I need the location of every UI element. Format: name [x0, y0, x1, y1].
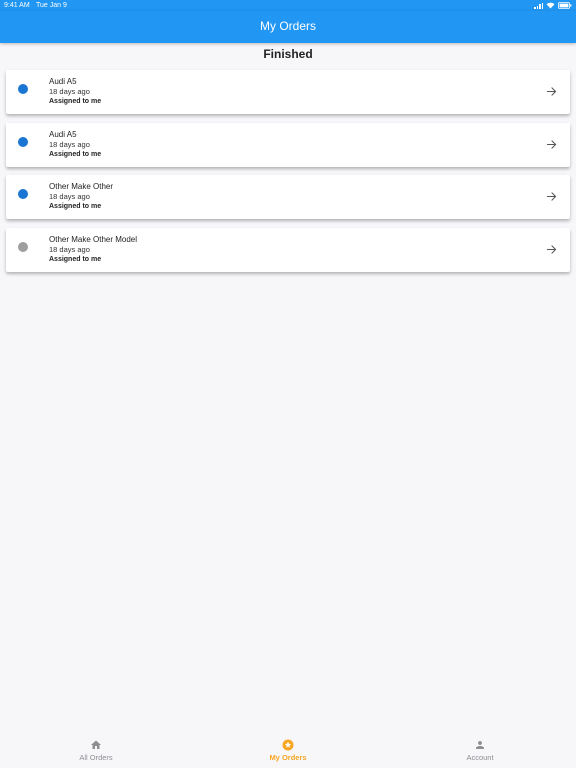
section-title: Finished	[263, 47, 313, 61]
arrow-right-icon[interactable]	[546, 139, 557, 150]
nav-item-all-orders[interactable]: All Orders	[0, 734, 192, 768]
order-time: 18 days ago	[49, 139, 90, 149]
arrow-right-icon[interactable]	[546, 191, 557, 202]
order-title: Other Make Other Model	[49, 234, 138, 244]
star-icon	[282, 739, 294, 751]
wifi-icon	[546, 2, 555, 9]
signal-icon	[534, 2, 543, 9]
arrow-right-icon[interactable]	[546, 86, 557, 97]
nav-item-account[interactable]: Account	[384, 734, 576, 768]
app-bar: My Orders	[0, 11, 576, 43]
status-bar: 9:41 AM Tue Jan 9	[0, 0, 576, 11]
page-title: My Orders	[259, 19, 316, 33]
order-title: Other Make Other	[49, 182, 114, 191]
order-time: 18 days ago	[49, 87, 90, 96]
order-assignee: Assigned to me	[49, 255, 102, 263]
status-dot	[18, 189, 28, 199]
order-list: Audi A5 18 days ago Assigned to me Audi …	[6, 70, 570, 280]
order-card[interactable]: Other Make Other Model 18 days ago Assig…	[6, 227, 570, 272]
status-indicators	[534, 0, 572, 11]
order-text: Other Make Other Model 18 days ago Assig…	[49, 235, 137, 265]
order-text: Other Make Other 18 days ago Assigned to…	[49, 182, 113, 212]
order-assignee: Assigned to me	[49, 150, 102, 158]
status-date: Tue Jan 9	[36, 2, 67, 9]
order-title: Audi A5	[49, 77, 77, 86]
order-time: 18 days ago	[49, 192, 90, 201]
order-card[interactable]: Other Make Other 18 days ago Assigned to…	[6, 175, 570, 219]
person-icon	[474, 739, 486, 751]
bottom-nav: All Orders My Orders Account	[0, 734, 576, 768]
order-assignee: Assigned to me	[49, 98, 102, 105]
nav-label-my-orders: My Orders	[269, 753, 307, 762]
nav-item-my-orders[interactable]: My Orders	[192, 734, 384, 768]
order-text: Audi A5 18 days ago Assigned to me	[49, 77, 101, 107]
order-card[interactable]: Audi A5 18 days ago Assigned to me	[6, 122, 570, 167]
order-text: Audi A5 18 days ago Assigned to me	[49, 130, 101, 160]
app-screen: 9:41 AM Tue Jan 9 My Orders Finished Aud…	[0, 0, 576, 768]
status-dot	[18, 241, 28, 252]
order-time: 18 days ago	[49, 244, 90, 254]
nav-label-all-orders: All Orders	[79, 753, 113, 762]
order-title: Audi A5	[49, 129, 77, 139]
order-assignee: Assigned to me	[49, 203, 102, 210]
home-icon	[90, 739, 102, 751]
order-card[interactable]: Audi A5 18 days ago Assigned to me	[6, 70, 570, 114]
status-dot	[18, 84, 28, 94]
status-time: 9:41 AM	[4, 2, 30, 9]
battery-icon	[558, 2, 572, 9]
nav-label-account: Account	[466, 753, 494, 762]
status-dot	[18, 136, 28, 147]
arrow-right-icon[interactable]	[546, 244, 557, 255]
